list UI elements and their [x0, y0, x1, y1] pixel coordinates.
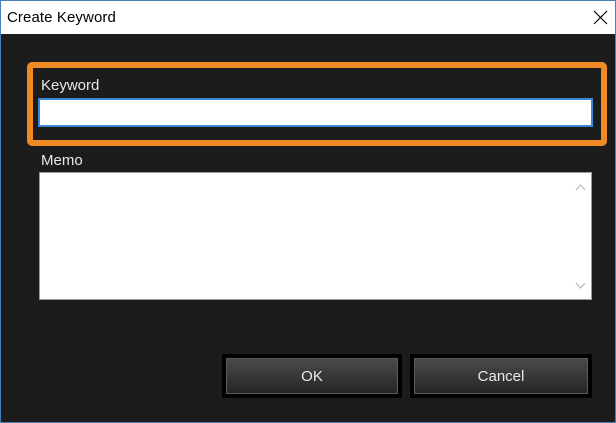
memo-field[interactable]: [39, 172, 592, 300]
dialog-content: Keyword Memo OK Cancel: [1, 34, 615, 422]
window-title: Create Keyword: [7, 9, 116, 26]
chevron-up-icon[interactable]: [575, 183, 586, 191]
create-keyword-dialog: Create Keyword Keyword Memo OK Cancel: [0, 0, 616, 423]
cancel-button[interactable]: Cancel: [410, 354, 592, 398]
memo-textarea[interactable]: [40, 173, 570, 299]
ok-button-label: OK: [226, 358, 398, 394]
keyword-label: Keyword: [41, 77, 100, 94]
keyword-input[interactable]: [38, 98, 593, 127]
cancel-button-label: Cancel: [414, 358, 588, 394]
ok-button[interactable]: OK: [222, 354, 402, 398]
memo-label: Memo: [41, 152, 83, 169]
close-button[interactable]: [585, 1, 615, 34]
chevron-down-icon[interactable]: [575, 282, 586, 290]
memo-scrollbar[interactable]: [570, 173, 591, 299]
title-bar[interactable]: Create Keyword: [1, 1, 615, 34]
close-icon: [593, 10, 608, 25]
